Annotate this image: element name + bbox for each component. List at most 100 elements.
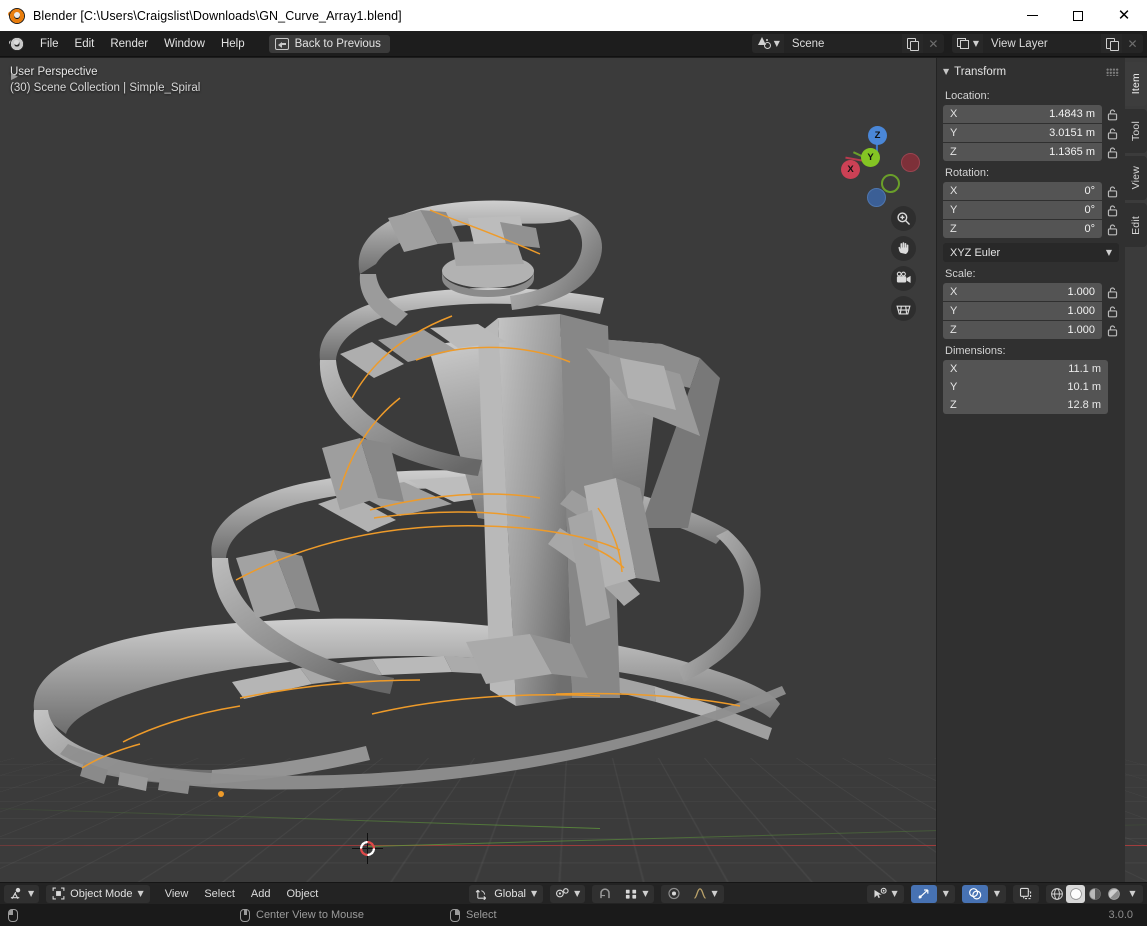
lock-scale-y-icon[interactable] (1106, 304, 1119, 319)
chevron-down-icon: ▼ (28, 888, 35, 898)
shading-options-button[interactable]: ▼ (1123, 885, 1142, 903)
axis-value: 1.000 (1067, 305, 1095, 317)
rotation-z-field[interactable]: Z 0° (943, 220, 1102, 238)
lock-scale-x-icon[interactable] (1106, 285, 1119, 300)
view-layer-remove-button[interactable]: ✕ (1122, 34, 1143, 53)
scene-unlink-button[interactable]: ✕ (922, 34, 944, 53)
sidebar-tabs: Item Tool View Edit (1125, 62, 1147, 247)
footer-menu-select[interactable]: Select (196, 885, 243, 903)
location-y-row: Y 3.0151 m (943, 124, 1119, 142)
view-layer-selector[interactable]: ▼ View Layer ✕ (951, 34, 1143, 53)
menu-render[interactable]: Render (102, 35, 156, 53)
location-x-field[interactable]: X 1.4843 m (943, 105, 1102, 123)
snap-to-icon[interactable]: ▼ (618, 885, 654, 903)
lock-location-y-icon[interactable] (1106, 126, 1119, 141)
lock-location-z-icon[interactable] (1106, 145, 1119, 160)
scale-x-field[interactable]: X 1.000 (943, 283, 1102, 301)
shading-solid-button[interactable] (1066, 884, 1085, 903)
back-to-previous-button[interactable]: Back to Previous (268, 34, 390, 53)
sidebar-tab-edit[interactable]: Edit (1125, 203, 1147, 247)
orientation-axes-icon (475, 889, 487, 900)
chevron-down-icon: ▼ (137, 888, 144, 898)
close-button[interactable]: ✕ (1101, 0, 1147, 31)
scene-selector[interactable]: ▼ Scene ✕ (751, 34, 944, 53)
zoom-icon[interactable] (891, 206, 916, 231)
window-title: Blender [C:\Users\Craigslist\Downloads\G… (33, 8, 402, 23)
lock-rotation-z-icon[interactable] (1106, 222, 1119, 237)
xray-icon[interactable] (1013, 885, 1039, 903)
lock-rotation-x-icon[interactable] (1106, 184, 1119, 199)
sidebar-tab-tool[interactable]: Tool (1125, 109, 1147, 153)
window-titlebar: Blender [C:\Users\Craigslist\Downloads\G… (0, 0, 1147, 31)
rotation-x-field[interactable]: X 0° (943, 182, 1102, 200)
view-layer-name-field[interactable]: View Layer (983, 34, 1101, 53)
overlays-options-button[interactable]: ▼ (988, 885, 1006, 903)
sidebar-tab-item[interactable]: Item (1125, 62, 1147, 106)
lock-rotation-y-icon[interactable] (1106, 203, 1119, 218)
dimensions-y-field[interactable]: Y 10.1 m (943, 378, 1108, 396)
gizmo-options-button[interactable]: ▼ (937, 885, 955, 903)
lock-location-x-icon[interactable] (1106, 107, 1119, 122)
chevron-down-icon: ▼ (711, 888, 718, 898)
camera-icon[interactable] (891, 266, 916, 291)
overlays-icon[interactable] (961, 884, 988, 903)
rotation-y-field[interactable]: Y 0° (943, 201, 1102, 219)
scene-name-field[interactable]: Scene (783, 34, 902, 53)
sidebar-tab-view[interactable]: View (1125, 156, 1147, 200)
location-z-field[interactable]: Z 1.1365 m (943, 143, 1102, 161)
scale-y-field[interactable]: Y 1.000 (943, 302, 1102, 320)
menu-window[interactable]: Window (156, 35, 213, 53)
menu-file[interactable]: File (32, 35, 67, 53)
panel-drag-grip[interactable] (1106, 68, 1119, 76)
dimensions-group: X 11.1 m Y 10.1 m Z 12.8 m (943, 360, 1108, 414)
footer-menu-add[interactable]: Add (243, 885, 279, 903)
gizmo-icon[interactable] (910, 884, 937, 903)
blender-logo-icon (7, 7, 25, 24)
show-gizmo-icon[interactable]: ▼ (867, 885, 904, 903)
shading-wireframe-button[interactable] (1047, 885, 1066, 903)
lock-scale-z-icon[interactable] (1106, 323, 1119, 338)
hand-icon[interactable] (891, 236, 916, 261)
transform-orientation-dropdown[interactable]: Global ▼ (469, 884, 544, 903)
magnet-icon[interactable] (592, 885, 618, 903)
transform-panel-header[interactable]: ▼ Transform (937, 62, 1125, 82)
scene-browse-button[interactable]: ▼ (751, 34, 784, 53)
minimize-button[interactable] (1009, 0, 1055, 31)
shading-rendered-button[interactable] (1104, 885, 1123, 903)
view-layer-new-button[interactable] (1101, 34, 1122, 53)
axis-label: X (950, 108, 958, 120)
close-icon: ✕ (928, 36, 939, 51)
gizmo-axis-x-negative[interactable] (901, 153, 920, 172)
object-mode-label: Object Mode (70, 887, 133, 900)
gizmo-axis-z-positive[interactable]: Z (868, 126, 887, 145)
shading-material-preview-button[interactable] (1085, 885, 1104, 903)
view-layer-icon (956, 37, 970, 50)
proportional-editing-icon[interactable] (661, 885, 687, 903)
editor-type-selector[interactable]: ▼ (4, 884, 40, 903)
menu-help[interactable]: Help (213, 35, 253, 53)
footer-menu-object[interactable]: Object (279, 885, 327, 903)
blender-menu-icon[interactable] (8, 36, 25, 52)
pivot-point-dropdown[interactable]: ▼ (550, 884, 586, 903)
gizmo-axis-y-negative[interactable] (881, 174, 900, 193)
blender-window: Blender [C:\Users\Craigslist\Downloads\G… (0, 0, 1147, 926)
menu-edit[interactable]: Edit (67, 35, 103, 53)
footer-menu-view[interactable]: View (157, 885, 197, 903)
sidebar-tab-label: Tool (1130, 120, 1142, 142)
scale-z-field[interactable]: Z 1.000 (943, 321, 1102, 339)
falloff-curve-icon[interactable]: ▼ (687, 885, 723, 903)
axis-label: Y (950, 305, 958, 317)
rotation-mode-dropdown[interactable]: XYZ Euler ▼ (943, 243, 1119, 262)
navigation-gizmo[interactable]: Z Y X (836, 122, 920, 207)
grid-ortho-icon[interactable] (891, 296, 916, 321)
dimensions-x-field[interactable]: X 11.1 m (943, 360, 1108, 378)
gizmo-axis-x-positive[interactable]: X (841, 160, 860, 179)
scene-new-button[interactable] (901, 34, 923, 53)
dimensions-z-field[interactable]: Z 12.8 m (943, 396, 1108, 414)
gizmo-axis-y-positive[interactable]: Y (861, 148, 880, 167)
object-mode-dropdown[interactable]: Object Mode ▼ (46, 884, 150, 903)
maximize-button[interactable] (1055, 0, 1101, 31)
view-layer-browse-button[interactable]: ▼ (951, 34, 983, 53)
location-y-field[interactable]: Y 3.0151 m (943, 124, 1102, 142)
gizmo-axis-z-negative[interactable] (867, 188, 886, 207)
